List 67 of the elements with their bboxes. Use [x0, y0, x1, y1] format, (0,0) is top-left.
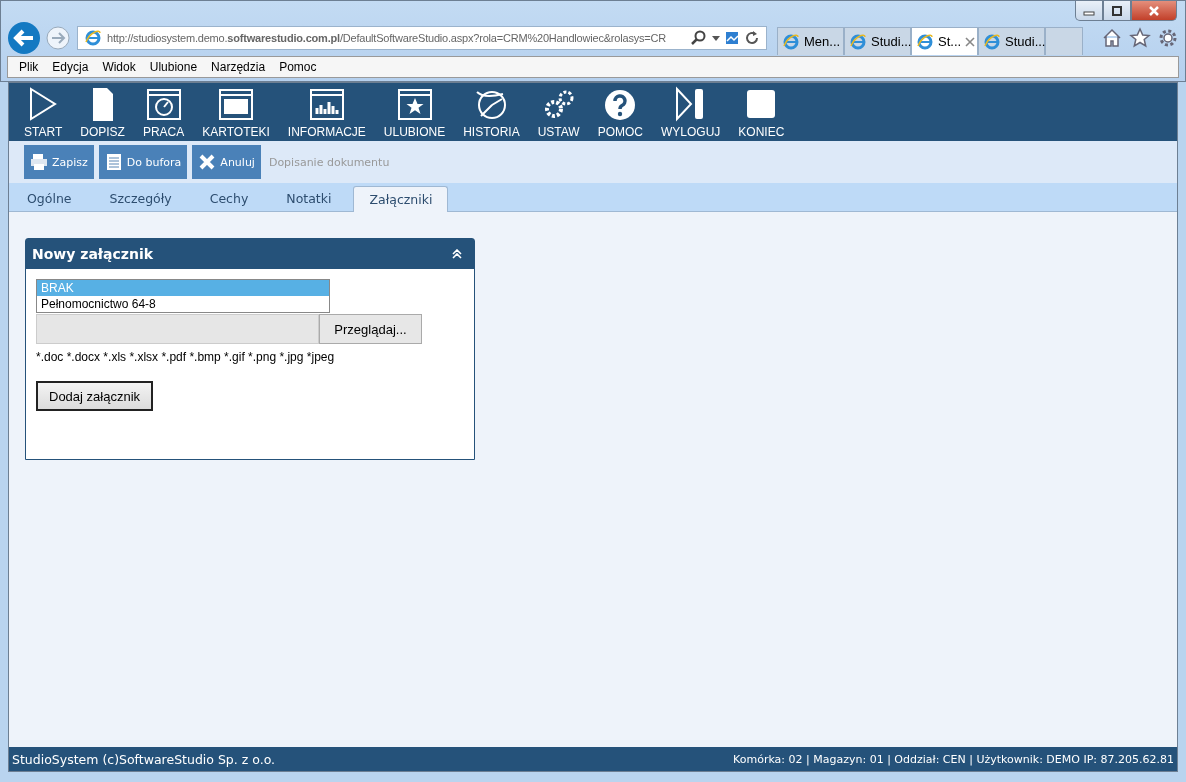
menu-item[interactable]: Ulubione — [142, 60, 205, 74]
back-button[interactable] — [7, 21, 41, 55]
url-text: http://studiosystem.demo.softwarestudio.com.pl/DefaultSoftwareStudio.aspx?rola=CRM%20Handlowiec&rolasys=CR — [107, 32, 667, 44]
allowed-extensions-text: *.doc *.docx *.xls *.xlsx *.pdf *.bmp *.gif *.png *.jpg *jpeg — [36, 350, 336, 364]
toolbar-button[interactable]: USTAW — [528, 85, 589, 139]
compatibility-icon[interactable] — [725, 30, 739, 46]
browser-tab[interactable]: Men... — [777, 27, 844, 55]
restore-button[interactable] — [1103, 1, 1131, 21]
browser-tab[interactable]: Studi... — [978, 27, 1045, 55]
refresh-icon[interactable] — [744, 30, 760, 46]
action-button[interactable]: Zapisz — [24, 145, 94, 179]
home-icon[interactable] — [1101, 27, 1123, 49]
toolbar-button[interactable]: WYLOGUJ — [652, 85, 730, 139]
page-title: Dopisanie dokumentu — [268, 155, 390, 169]
browser-logo-icon — [84, 29, 102, 47]
search-icon[interactable] — [691, 30, 707, 46]
browse-button[interactable]: Przeglądaj... — [319, 314, 422, 344]
menu-item[interactable]: Narzędzia — [204, 60, 273, 74]
menu-item[interactable]: Widok — [95, 60, 143, 74]
action-button[interactable]: Do bufora — [98, 145, 188, 179]
close-icon — [198, 153, 217, 171]
browser-logo-icon — [782, 32, 800, 51]
toolbar-button[interactable]: ULUBIONE — [374, 85, 455, 139]
file-path-field[interactable] — [36, 314, 319, 344]
toolbar-button[interactable]: POMOC — [588, 85, 652, 139]
list-icon — [104, 153, 123, 171]
toolbar-button[interactable]: INFORMACJE — [278, 85, 375, 139]
tab[interactable]: Ogólne — [11, 185, 88, 211]
menu-item[interactable]: Pomoc — [272, 60, 324, 74]
close-icon — [1148, 5, 1160, 16]
toolbar-button[interactable]: HISTORIA — [454, 85, 529, 139]
status-copyright: StudioSystem (c)SoftwareStudio Sp. z o.o. — [12, 751, 276, 767]
tab-title: Studi... — [871, 34, 912, 49]
toolbar-button[interactable]: KARTOTEKI — [193, 85, 279, 139]
tab[interactable]: Załączniki — [353, 186, 449, 212]
toolbar-button[interactable]: START — [15, 85, 72, 139]
toolbar-button[interactable]: DOPISZ — [71, 85, 134, 139]
menu-item[interactable]: Edycja — [45, 60, 96, 74]
tab[interactable]: Szczegóły — [93, 185, 188, 211]
star-icon[interactable] — [1129, 27, 1151, 49]
collapse-icon[interactable] — [452, 249, 462, 259]
tab-title: Men... — [804, 34, 841, 49]
tab-title: Studi... — [1005, 34, 1046, 49]
toolbar-button[interactable]: KONIEC — [729, 85, 794, 139]
minimize-button[interactable] — [1075, 1, 1103, 21]
browser-logo-icon — [983, 32, 1001, 51]
address-bar[interactable]: http://studiosystem.demo.softwarestudio.com.pl/DefaultSoftwareStudio.aspx?rola=CRM%20Handlowiec&rolasys=CR — [77, 26, 767, 50]
add-attachment-button[interactable]: Dodaj załącznik — [36, 381, 154, 411]
action-button[interactable]: Anuluj — [192, 145, 261, 179]
list-option[interactable]: Pełnomocnictwo 64-8 — [37, 296, 329, 312]
tab[interactable]: Cechy — [193, 185, 265, 211]
close-button[interactable] — [1131, 1, 1177, 21]
toolbar-button[interactable]: PRACA — [133, 85, 194, 139]
tab[interactable]: Notatki — [270, 185, 348, 211]
panel-title: Nowy załącznik — [32, 246, 154, 262]
tab-title: St... — [938, 34, 962, 49]
menu-item[interactable]: Plik — [12, 60, 46, 74]
settings-icon[interactable] — [1157, 27, 1179, 49]
printer-icon — [30, 153, 48, 171]
browser-logo-icon — [916, 32, 934, 51]
close-icon[interactable] — [965, 36, 976, 47]
browser-tab[interactable]: Studi... — [844, 27, 911, 55]
status-info: Komórka: 02 | Magazyn: 01 | Oddział: CEN | Użytkownik: DEMO IP: 87.205.62.81 — [733, 752, 1174, 766]
browser-logo-icon — [849, 32, 867, 51]
browser-tab[interactable]: St... — [911, 27, 978, 55]
restore-icon — [1111, 5, 1123, 16]
attachment-type-list[interactable]: BRAK Pełnomocnictwo 64-8 — [36, 279, 330, 313]
